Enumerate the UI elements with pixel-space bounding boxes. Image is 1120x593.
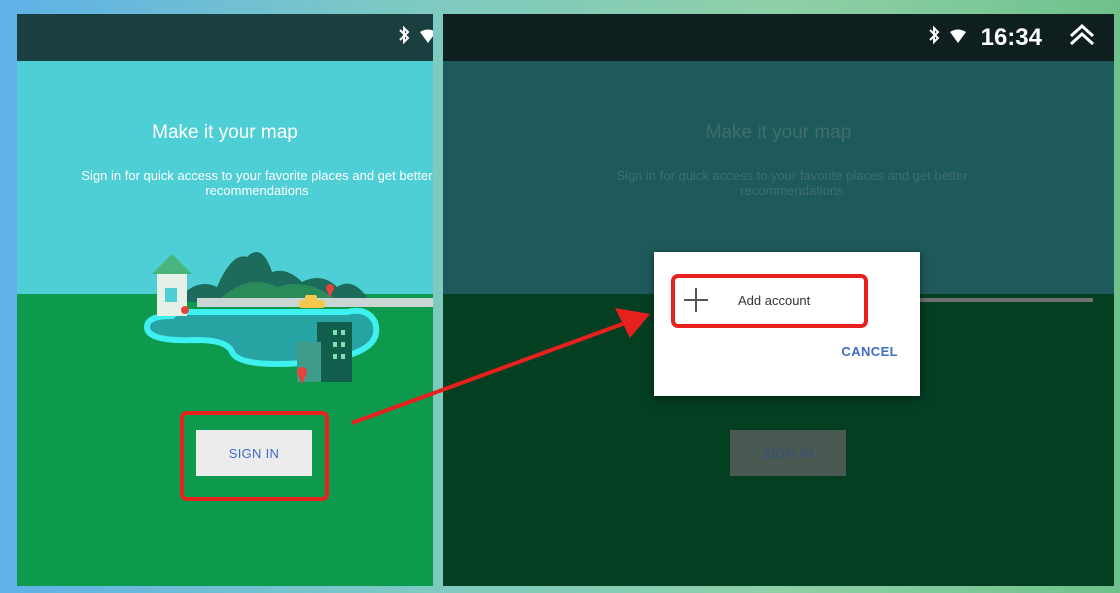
sign-in-highlight-box [180,411,329,501]
wifi-icon [419,25,433,51]
sign-in-screen-after: 16:34 Make it your map Sign in for quick… [443,14,1114,586]
bluetooth-icon [397,25,411,51]
wifi-icon [949,25,967,51]
page-title: Make it your map [705,122,852,143]
map-illustration [143,252,433,384]
collapse-chevron-icon[interactable] [1068,23,1096,53]
page-title: Make it your map [152,122,298,143]
status-time: 16:34 [980,24,1042,51]
page-subtitle: Sign in for quick access to your favorit… [81,168,433,198]
account-picker-dialog: Add account CANCEL [654,252,920,396]
status-icons [397,25,433,51]
add-account-highlight-box [671,274,868,328]
status-icons: 16:34 [927,23,1096,53]
status-bar [17,14,433,61]
sign-in-button[interactable]: SIGN IN [730,430,846,476]
status-bar: 16:34 [443,14,1114,61]
page-subtitle: Sign in for quick access to your favorit… [616,168,968,198]
sign-in-screen-before: Make it your map Sign in for quick acces… [17,14,433,586]
bluetooth-icon [927,25,941,51]
cancel-button[interactable]: CANCEL [841,344,898,359]
